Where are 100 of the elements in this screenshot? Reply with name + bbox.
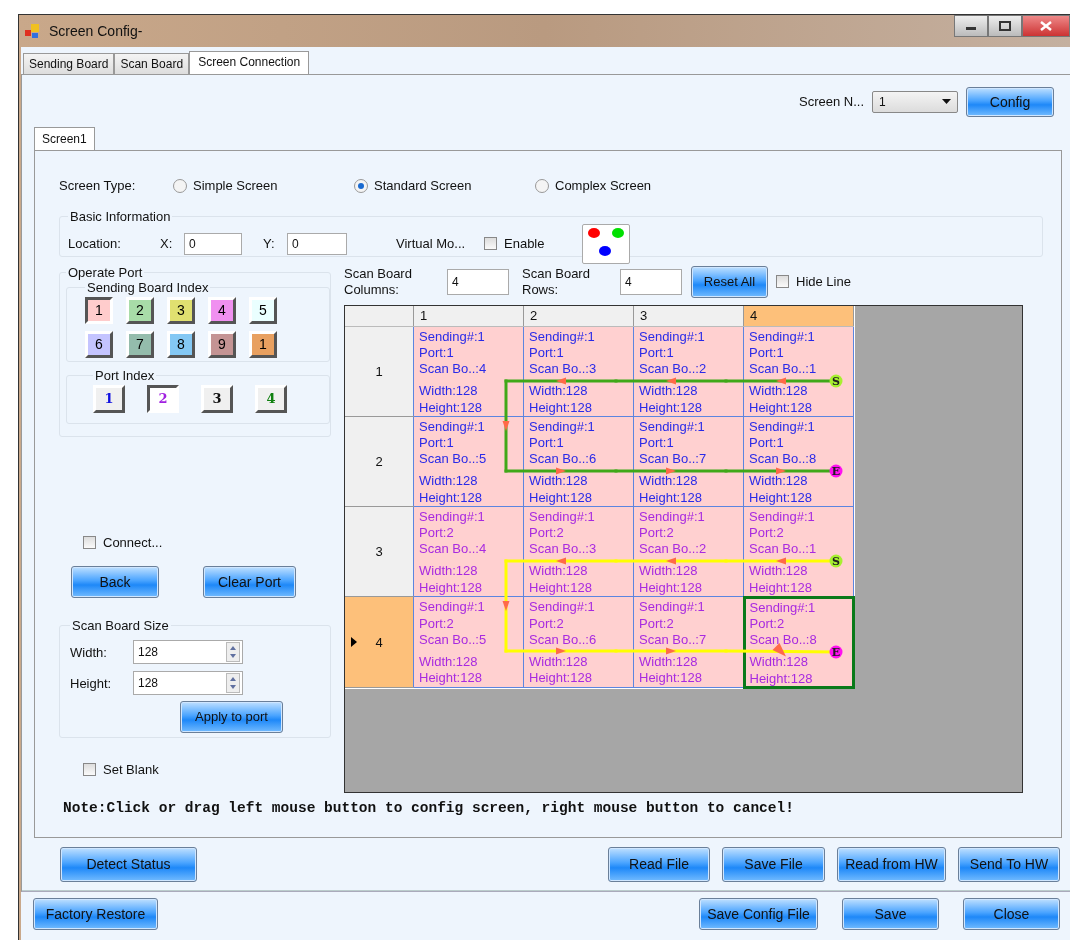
spinner-arrows-icon	[226, 642, 240, 663]
tab[interactable]: Sending Board	[23, 53, 115, 74]
screen-tab[interactable]: Screen1	[34, 126, 95, 150]
cell-text: Port:1	[749, 345, 785, 362]
action-button[interactable]: Read File	[608, 846, 710, 882]
cell-text: Scan Bo..:2	[639, 361, 708, 378]
scan-board-cell[interactable]: Sending#:1 Port:1 Scan Bo..:3 Width:128 Height:128	[523, 326, 634, 417]
scan-board-cell[interactable]: Sending#:1 Port:2 Scan Bo..:4 Width:128 Height:128	[413, 506, 524, 597]
close-button[interactable]	[1022, 15, 1070, 37]
cell-text: Scan Bo..:2	[639, 541, 708, 558]
cell-text: Scan Bo..:4	[419, 361, 488, 378]
x-field[interactable]: 0	[184, 232, 242, 255]
hide-line-checkbox[interactable]	[776, 275, 789, 289]
back-button[interactable]: Back	[71, 565, 159, 598]
footer-button[interactable]: Close	[963, 898, 1060, 930]
row-header[interactable]: 4	[345, 596, 414, 688]
column-header[interactable]: 4	[743, 305, 854, 327]
maximize-button[interactable]	[988, 15, 1022, 37]
apply-to-port-button[interactable]: Apply to port	[180, 700, 283, 733]
cell-text: Width:128	[639, 383, 699, 400]
cell-text: Port:1	[639, 435, 675, 452]
scan-board-rows-field[interactable]: 4	[620, 268, 682, 295]
port-button[interactable]: 2	[147, 384, 179, 413]
cell-text: Width:128	[639, 473, 699, 490]
y-field[interactable]: 0	[287, 232, 347, 255]
scan-board-cell[interactable]: Sending#:1 Port:1 Scan Bo..:4 Width:128 Height:128	[413, 326, 524, 417]
cell-text: Height:128	[639, 489, 703, 506]
action-button[interactable]: Read from HW	[837, 846, 946, 882]
enable-checkbox[interactable]	[484, 237, 497, 251]
color-preview[interactable]	[582, 223, 630, 264]
sending-board-button[interactable]: 1	[249, 330, 277, 358]
row-number: 4	[375, 634, 383, 650]
set-blank-checkbox[interactable]	[83, 762, 96, 776]
footer-button[interactable]: Save Config File	[699, 898, 818, 930]
column-header[interactable]: 1	[413, 305, 524, 327]
scan-board-rows-label: Scan Board Rows:	[522, 265, 591, 298]
route-marker: E	[829, 645, 843, 659]
height-spin-field[interactable]: 128	[133, 671, 243, 696]
screen-number-dropdown[interactable]: 1	[872, 90, 958, 113]
row-header[interactable]: 2	[345, 416, 414, 507]
sending-board-button[interactable]: 8	[167, 330, 195, 358]
radio-button[interactable]	[173, 178, 187, 193]
group-title: Scan Board Size	[71, 617, 170, 633]
scan-board-cell[interactable]: Sending#:1 Port:2 Scan Bo..:7 Width:128 Height:128	[633, 596, 744, 688]
connect-label: Connect...	[103, 534, 163, 550]
scan-board-cell[interactable]: Sending#:1 Port:2 Scan Bo..:5 Width:128 Height:128	[413, 596, 524, 688]
sending-board-button[interactable]: 9	[208, 330, 236, 358]
tab[interactable]: Scan Board	[114, 53, 190, 74]
row-header[interactable]: 1	[345, 326, 414, 417]
reset-all-button[interactable]: Reset All	[691, 265, 768, 298]
current-row-icon	[351, 637, 357, 648]
scan-board-cell[interactable]: Sending#:1 Port:1 Scan Bo..:7 Width:128 Height:128	[633, 416, 744, 507]
cell-text: Width:128	[529, 653, 589, 671]
width-spin-field[interactable]: 128	[133, 640, 243, 665]
sending-board-button[interactable]: 6	[85, 330, 113, 358]
radio-label: Complex Screen	[555, 178, 652, 194]
radio-button[interactable]	[354, 178, 368, 193]
action-button[interactable]: Send To HW	[958, 846, 1060, 882]
sending-board-button[interactable]: 1	[85, 296, 113, 324]
note-text: Note:Click or drag left mouse button to config screen, right mouse button to cancel!	[63, 798, 794, 817]
sending-board-button[interactable]: 7	[126, 330, 154, 358]
cell-text: Height:128	[529, 399, 593, 416]
cell-text: Sending#:1	[419, 599, 486, 616]
cell-text: Sending#:1	[639, 599, 706, 616]
port-button[interactable]: 3	[201, 384, 233, 413]
scan-board-cell[interactable]: Sending#:1 Port:1 Scan Bo..:2 Width:128 Height:128	[633, 326, 744, 417]
tab[interactable]: Screen Connection	[189, 51, 310, 74]
cell-text: Width:128	[529, 563, 589, 580]
caret-icon	[942, 99, 951, 105]
port-button[interactable]: 1	[93, 384, 125, 413]
radio-button[interactable]	[535, 178, 549, 193]
cell-text: Scan Bo..:3	[529, 361, 598, 378]
cell-text: Width:128	[529, 383, 589, 400]
y-label: Y:	[263, 236, 276, 252]
minimize-button[interactable]	[954, 15, 988, 37]
route-marker: S	[829, 554, 843, 568]
sending-board-button[interactable]: 2	[126, 296, 154, 324]
sending-board-button[interactable]: 5	[249, 296, 277, 324]
column-header[interactable]: 3	[633, 305, 744, 327]
cell-text: Width:128	[749, 654, 810, 671]
scan-board-cell[interactable]: Sending#:1 Port:2 Scan Bo..:3 Width:128 Height:128	[523, 506, 634, 597]
column-header[interactable]: 2	[523, 305, 634, 327]
screen-type-label: Screen Type:	[59, 178, 137, 194]
cell-text: Port:2	[419, 525, 455, 542]
port-button[interactable]: 4	[255, 384, 287, 413]
scan-board-cell[interactable]: Sending#:1 Port:2 Scan Bo..:6 Width:128 Height:128	[523, 596, 634, 688]
action-button[interactable]: Save File	[722, 846, 825, 882]
action-button[interactable]: Detect Status	[60, 846, 197, 882]
scan-board-cell[interactable]: Sending#:1 Port:1 Scan Bo..:6 Width:128 Height:128	[523, 416, 634, 507]
scan-board-cell[interactable]: Sending#:1 Port:2 Scan Bo..:2 Width:128 Height:128	[633, 506, 744, 597]
footer-button[interactable]: Factory Restore	[33, 898, 158, 930]
row-header[interactable]: 3	[345, 506, 414, 597]
clear-port-button[interactable]: Clear Port	[203, 565, 296, 598]
scan-board-cell[interactable]: Sending#:1 Port:1 Scan Bo..:5 Width:128 Height:128	[413, 416, 524, 507]
footer-button[interactable]: Save	[842, 898, 939, 930]
sending-board-button[interactable]: 3	[167, 296, 195, 324]
connect-checkbox[interactable]	[83, 535, 96, 549]
sending-board-button[interactable]: 4	[208, 296, 236, 324]
config-button[interactable]: Config	[966, 86, 1054, 117]
scan-board-columns-field[interactable]: 4	[447, 268, 509, 295]
